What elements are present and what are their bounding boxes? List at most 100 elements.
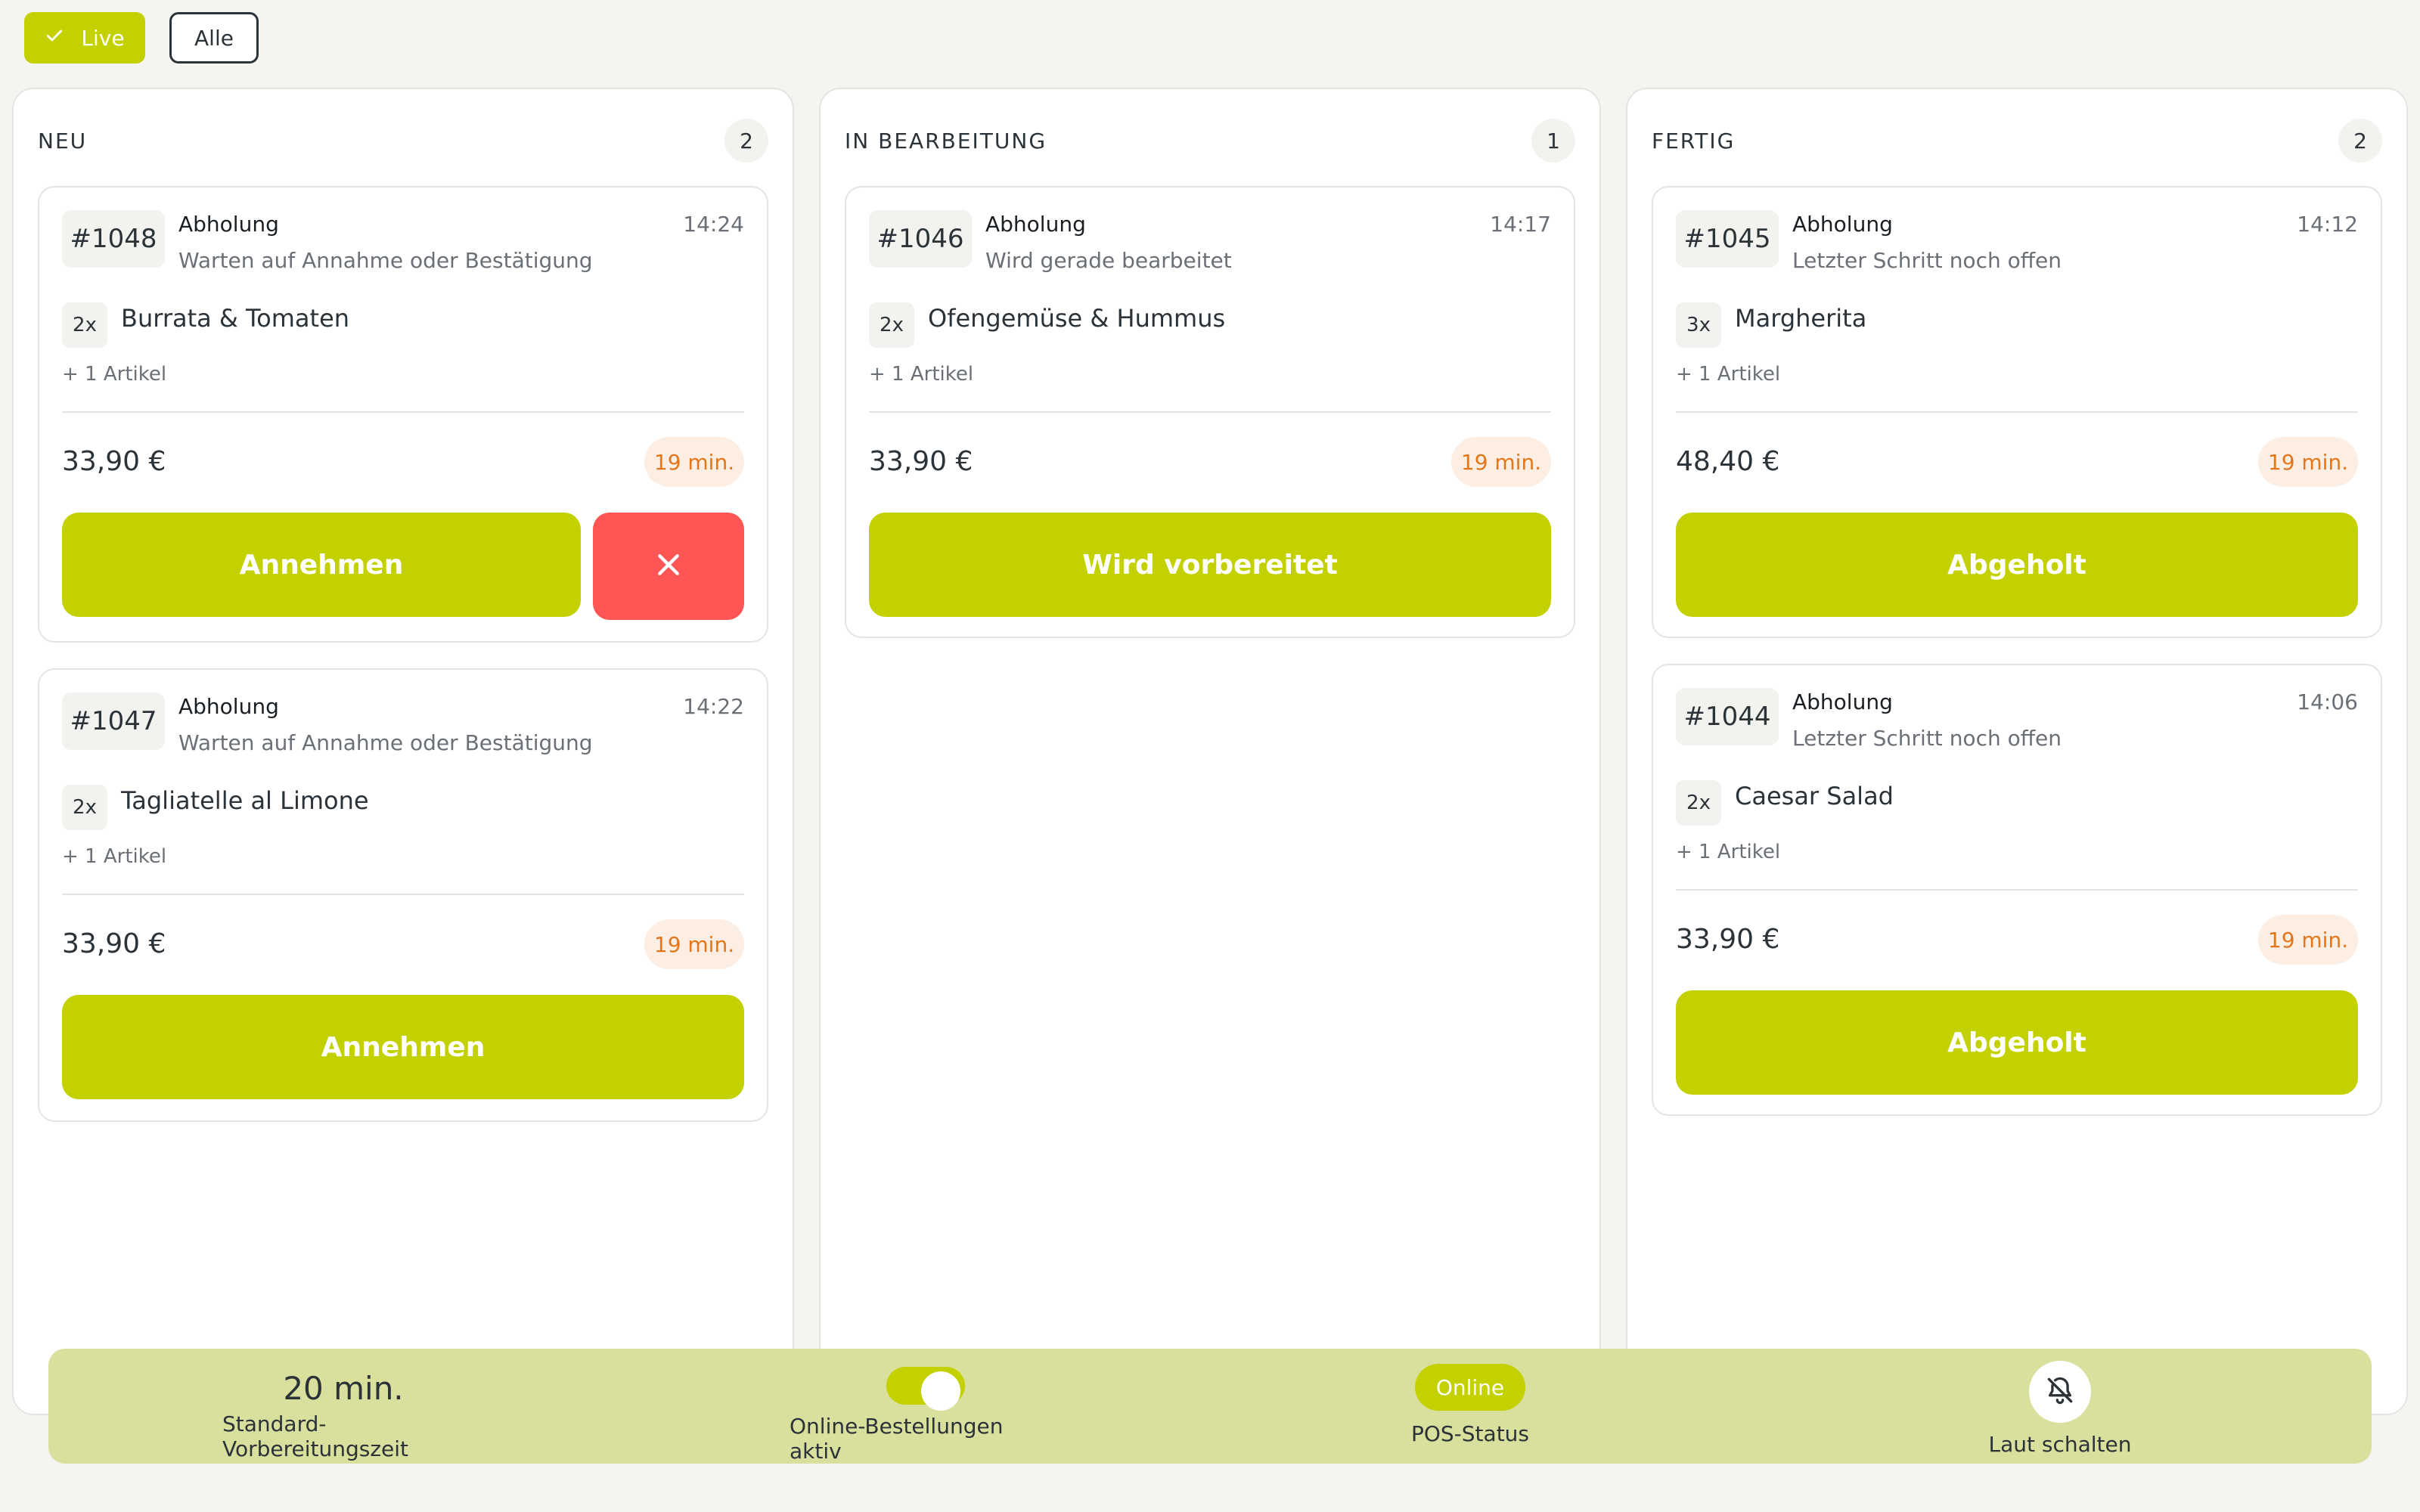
column-count-badge: 2: [724, 119, 768, 163]
order-card: #1048 Abholung Warten auf Annahme oder B…: [38, 186, 768, 643]
column-count-badge: 1: [1531, 119, 1575, 163]
eta-badge: 19 min.: [2258, 915, 2358, 965]
mute-section: Laut schalten: [1962, 1349, 2158, 1464]
item-quantity: 2x: [869, 302, 914, 348]
picked-up-button[interactable]: Abgeholt: [1676, 990, 2358, 1095]
order-type: Abholung: [178, 212, 279, 237]
picked-up-button-label: Abgeholt: [1947, 549, 2086, 581]
filter-all-label: Alle: [194, 25, 234, 51]
accept-button-label: Annehmen: [239, 549, 404, 581]
more-items: + 1 Artikel: [62, 845, 167, 868]
bell-off-icon: [2043, 1374, 2077, 1410]
order-price: 48,40 €: [1676, 446, 1780, 477]
column-header: NEU 2: [38, 116, 768, 165]
mute-label: Laut schalten: [1988, 1432, 2132, 1457]
more-items: + 1 Artikel: [62, 363, 167, 386]
accept-button[interactable]: Annehmen: [62, 995, 744, 1099]
item-name: Ofengemüse & Hummus: [928, 304, 1226, 333]
item-name: Burrata & Tomaten: [121, 304, 350, 333]
column-in-progress: IN BEARBEITUNG 1 #1046 Abholung Wird ger…: [819, 88, 1601, 1415]
order-status: Warten auf Annahme oder Bestätigung: [178, 730, 593, 755]
order-price: 33,90 €: [869, 446, 973, 477]
order-time: 14:06: [2297, 689, 2358, 714]
order-type: Abholung: [178, 694, 279, 719]
order-number: #1045: [1676, 210, 1779, 268]
divider: [1676, 411, 2358, 413]
column-title: IN BEARBEITUNG: [845, 128, 1047, 153]
order-time: 14:12: [2297, 212, 2358, 237]
order-card: #1045 Abholung Letzter Schritt noch offe…: [1652, 186, 2382, 638]
column-done: FERTIG 2 #1045 Abholung Letzter Schritt …: [1626, 88, 2408, 1415]
order-price: 33,90 €: [62, 446, 166, 477]
eta-badge: 19 min.: [2258, 437, 2358, 487]
column-title: NEU: [38, 128, 88, 153]
order-price: 33,90 €: [1676, 924, 1780, 955]
order-card: #1044 Abholung Letzter Schritt noch offe…: [1652, 664, 2382, 1116]
divider: [62, 894, 744, 895]
order-type: Abholung: [1792, 689, 1893, 714]
prep-time-label: Standard-Vorbereitungszeit: [222, 1411, 409, 1461]
eta-badge: 19 min.: [644, 919, 744, 969]
reject-button[interactable]: [593, 513, 744, 620]
order-number: #1046: [869, 210, 972, 268]
order-card: #1047 Abholung Warten auf Annahme oder B…: [38, 668, 768, 1122]
prep-time-value: 20 min.: [283, 1370, 404, 1407]
online-orders-section: Online-Bestellungen aktiv: [790, 1349, 1062, 1464]
divider: [62, 411, 744, 413]
footer-status-bar: 20 min. Standard-Vorbereitungszeit Onlin…: [48, 1349, 2372, 1464]
preparing-button-label: Wird vorbereitet: [1082, 549, 1338, 581]
check-icon: [45, 26, 64, 51]
column-header: FERTIG 2: [1652, 116, 2382, 165]
order-time: 14:22: [683, 694, 744, 719]
order-filters: Live Alle: [24, 12, 259, 64]
filter-live-label: Live: [81, 25, 125, 51]
close-icon: [653, 550, 684, 583]
eta-badge: 19 min.: [1451, 437, 1551, 487]
eta-badge: 19 min.: [644, 437, 744, 487]
order-price: 33,90 €: [62, 928, 166, 959]
item-quantity: 2x: [62, 785, 107, 830]
item-name: Margherita: [1735, 304, 1867, 333]
online-orders-toggle[interactable]: [886, 1367, 965, 1411]
order-time: 14:24: [683, 212, 744, 237]
order-status: Letzter Schritt noch offen: [1792, 726, 2062, 751]
item-name: Tagliatelle al Limone: [121, 786, 369, 815]
order-time: 14:17: [1490, 212, 1551, 237]
toggle-knob: [921, 1371, 960, 1411]
order-number: #1047: [62, 692, 165, 750]
prep-time-section[interactable]: 20 min. Standard-Vorbereitungszeit: [222, 1349, 464, 1464]
order-status: Warten auf Annahme oder Bestätigung: [178, 248, 593, 273]
order-number: #1048: [62, 210, 165, 268]
column-title: FERTIG: [1652, 128, 1736, 153]
divider: [1676, 889, 2358, 891]
filter-all-button[interactable]: Alle: [169, 12, 259, 64]
more-items: + 1 Artikel: [869, 363, 974, 386]
pos-status-badge: Online: [1415, 1364, 1525, 1411]
accept-button[interactable]: Annehmen: [62, 513, 581, 617]
item-quantity: 2x: [62, 302, 107, 348]
more-items: + 1 Artikel: [1676, 841, 1781, 863]
divider: [869, 411, 1551, 413]
more-items: + 1 Artikel: [1676, 363, 1781, 386]
item-name: Caesar Salad: [1735, 782, 1894, 810]
item-quantity: 3x: [1676, 302, 1721, 348]
order-type: Abholung: [985, 212, 1086, 237]
online-orders-label: Online-Bestellungen aktiv: [790, 1414, 1004, 1464]
order-type: Abholung: [1792, 212, 1893, 237]
filter-live-button[interactable]: Live: [24, 12, 145, 64]
picked-up-button-label: Abgeholt: [1947, 1027, 2086, 1058]
order-number: #1044: [1676, 688, 1779, 745]
pos-status-label: POS-Status: [1410, 1421, 1530, 1446]
picked-up-button[interactable]: Abgeholt: [1676, 513, 2358, 617]
mute-button[interactable]: [2029, 1361, 2091, 1423]
column-header: IN BEARBEITUNG 1: [845, 116, 1575, 165]
pos-status-section: Online POS-Status: [1395, 1349, 1546, 1464]
accept-button-label: Annehmen: [321, 1031, 486, 1063]
preparing-button[interactable]: Wird vorbereitet: [869, 513, 1551, 617]
order-status: Letzter Schritt noch offen: [1792, 248, 2062, 273]
column-count-badge: 2: [2338, 119, 2382, 163]
order-status: Wird gerade bearbeitet: [985, 248, 1232, 273]
order-card: #1046 Abholung Wird gerade bearbeitet 14…: [845, 186, 1575, 638]
column-new: NEU 2 #1048 Abholung Warten auf Annahme …: [12, 88, 794, 1415]
item-quantity: 2x: [1676, 780, 1721, 826]
